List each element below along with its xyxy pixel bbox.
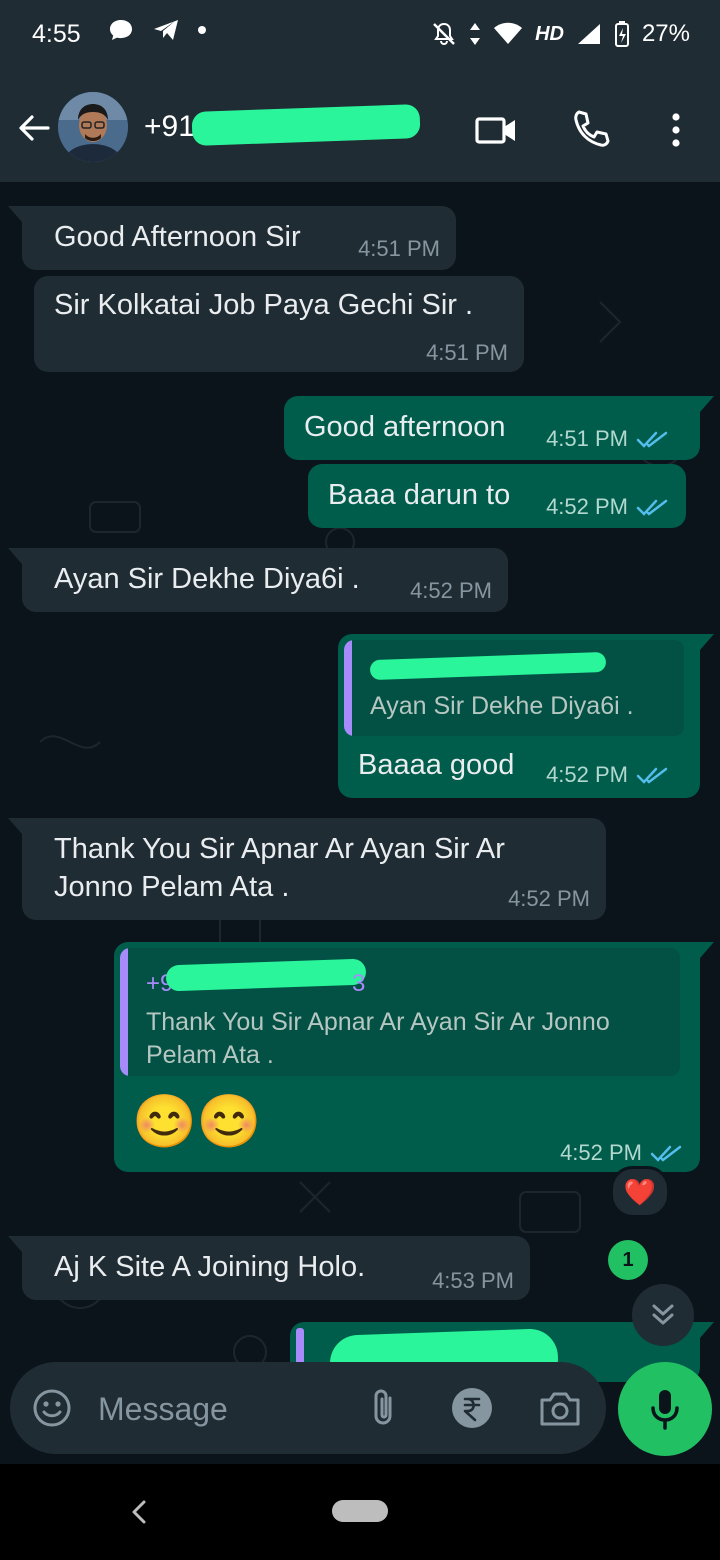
message-text-line2: Jonno Pelam Ata . [54, 871, 290, 903]
message-time: 4:51 PM [426, 340, 508, 365]
nav-home-pill[interactable] [332, 1500, 388, 1522]
message-incoming[interactable]: Aj K Site A Joining Holo. 4:53 PM [8, 1236, 530, 1300]
avatar-image [58, 92, 128, 162]
read-ticks-icon [636, 499, 668, 516]
redaction-mark [191, 104, 421, 146]
avatar[interactable] [58, 92, 128, 162]
status-bar: 4:55 HD 27% [0, 0, 720, 78]
message-time: 4:51 PM [358, 236, 440, 261]
message-text: Aj K Site A Joining Holo. [54, 1251, 366, 1283]
message-time: 4:52 PM [508, 886, 590, 911]
message-incoming[interactable]: Good Afternoon Sir 4:51 PM [8, 206, 456, 270]
read-ticks-icon [636, 431, 668, 448]
message-text: Sir Kolkatai Job Paya Gechi Sir . [54, 289, 474, 321]
emoji-message: 😊😊 [132, 1093, 262, 1151]
message-text: Good Afternoon Sir [54, 221, 301, 253]
video-icon[interactable] [472, 106, 520, 154]
message-text: Baaa darun to [328, 479, 511, 511]
phone-icon[interactable] [568, 106, 616, 154]
status-time: 4:55 [32, 20, 81, 48]
quote-accent-bar [344, 640, 352, 736]
message-time: 4:52 PM [410, 578, 492, 603]
mic-icon [651, 1390, 679, 1430]
battery-icon [614, 21, 629, 47]
chat-header: +91 [0, 78, 720, 182]
message-input[interactable] [96, 1380, 350, 1438]
message-text: Baaaa good [358, 749, 515, 781]
message-time: 4:52 PM [560, 1140, 684, 1166]
emoji-icon[interactable] [32, 1388, 72, 1428]
dot-icon [198, 26, 206, 34]
message-time: 4:52 PM [546, 494, 670, 520]
message-time: 4:51 PM [546, 426, 670, 452]
scroll-to-bottom-button[interactable] [632, 1284, 694, 1346]
message-time: 4:53 PM [432, 1268, 514, 1293]
chat-area[interactable]: Good Afternoon Sir 4:51 PM Sir Kolkatai … [0, 182, 720, 1464]
quoted-message[interactable]: Ayan Sir Dekhe Diya6i . [344, 640, 684, 736]
quote-accent-bar [120, 948, 128, 1076]
message-text-line1: Thank You Sir Apnar Ar Ayan Sir Ar [54, 833, 505, 865]
read-ticks-icon [650, 1145, 682, 1162]
battery-percent: 27% [641, 20, 690, 47]
quote-text-line1: Thank You Sir Apnar Ar Ayan Sir Ar Jonno [146, 1008, 610, 1036]
voice-record-button[interactable] [618, 1362, 712, 1456]
quote-text: Ayan Sir Dekhe Diya6i . [370, 692, 634, 720]
heart-reaction: ❤️ [623, 1176, 657, 1207]
contact-name[interactable]: +91 [144, 110, 195, 144]
message-time: 4:52 PM [546, 762, 670, 788]
rupee-icon[interactable] [450, 1386, 494, 1430]
network-label: HD [535, 22, 564, 45]
camera-icon[interactable] [538, 1386, 582, 1430]
quote-text-line2: Pelam Ata . [146, 1041, 274, 1069]
message-outgoing[interactable]: Baaa darun to 4:52 PM [308, 464, 686, 528]
notification-icons [108, 18, 206, 42]
paperclip-icon[interactable] [362, 1386, 406, 1430]
mute-bell-icon [433, 22, 455, 45]
message-outgoing[interactable]: Good afternoon 4:51 PM [284, 396, 714, 460]
quote-sender-tail: 3 [352, 970, 366, 997]
signal-icon [577, 24, 600, 44]
status-right: HD 27% [431, 20, 690, 48]
arrow-left-icon[interactable] [14, 108, 54, 148]
double-chevron-down-icon [652, 1304, 674, 1325]
quoted-message[interactable]: +9 3 Thank You Sir Apnar Ar Ayan Sir Ar … [120, 948, 680, 1076]
more-vertical-icon[interactable] [652, 106, 700, 154]
redaction-mark [165, 958, 367, 992]
chat-notification-icon [110, 20, 132, 40]
message-text: Good afternoon [304, 411, 506, 443]
message-outgoing-reply[interactable]: Ayan Sir Dekhe Diya6i . Baaaa good 4:52 … [338, 634, 714, 798]
telegram-icon [154, 20, 178, 40]
message-incoming[interactable]: Thank You Sir Apnar Ar Ayan Sir Ar Jonno… [8, 818, 606, 920]
data-arrows-icon [470, 23, 481, 45]
nav-back-icon[interactable] [124, 1494, 154, 1530]
message-incoming[interactable]: Sir Kolkatai Job Paya Gechi Sir . 4:51 P… [34, 276, 524, 372]
message-text: Ayan Sir Dekhe Diya6i . [54, 563, 360, 595]
message-incoming[interactable]: Ayan Sir Dekhe Diya6i . 4:52 PM [8, 548, 508, 612]
message-outgoing-reply[interactable]: +9 3 Thank You Sir Apnar Ar Ayan Sir Ar … [114, 942, 714, 1172]
read-ticks-icon [636, 767, 668, 784]
redaction-mark [369, 651, 607, 681]
reaction-badge[interactable]: ❤️ [610, 1166, 670, 1218]
unread-count-badge: 1 [608, 1240, 648, 1280]
message-composer [10, 1362, 606, 1454]
wifi-icon [494, 22, 523, 44]
